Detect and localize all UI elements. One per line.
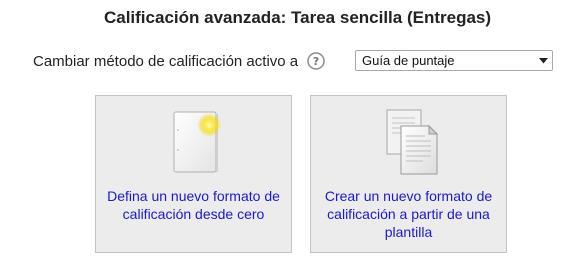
method-label: Cambiar método de calificación activo a — [33, 52, 299, 70]
blank-document-icon — [158, 106, 230, 178]
method-select-value: Guía de puntaje — [362, 53, 455, 68]
create-from-template-option[interactable]: Crear un nuevo formato de calificación a… — [310, 95, 507, 253]
method-select[interactable]: Guía de puntaje — [355, 50, 553, 71]
define-new-form-link[interactable]: Defina un nuevo formato de calificación … — [102, 187, 285, 223]
method-row: Cambiar método de calificación activo a … — [33, 50, 325, 72]
define-new-form-option[interactable]: Defina un nuevo formato de calificación … — [95, 95, 292, 253]
svg-text:?: ? — [313, 55, 319, 68]
help-icon[interactable]: ? — [307, 52, 325, 70]
copy-documents-icon — [373, 106, 445, 178]
page-title: Calificación avanzada: Tarea sencilla (E… — [103, 8, 492, 27]
chevron-down-icon — [536, 57, 550, 64]
advanced-grading-page: Calificación avanzada: Tarea sencilla (E… — [0, 0, 575, 265]
create-from-template-link[interactable]: Crear un nuevo formato de calificación a… — [317, 187, 500, 241]
